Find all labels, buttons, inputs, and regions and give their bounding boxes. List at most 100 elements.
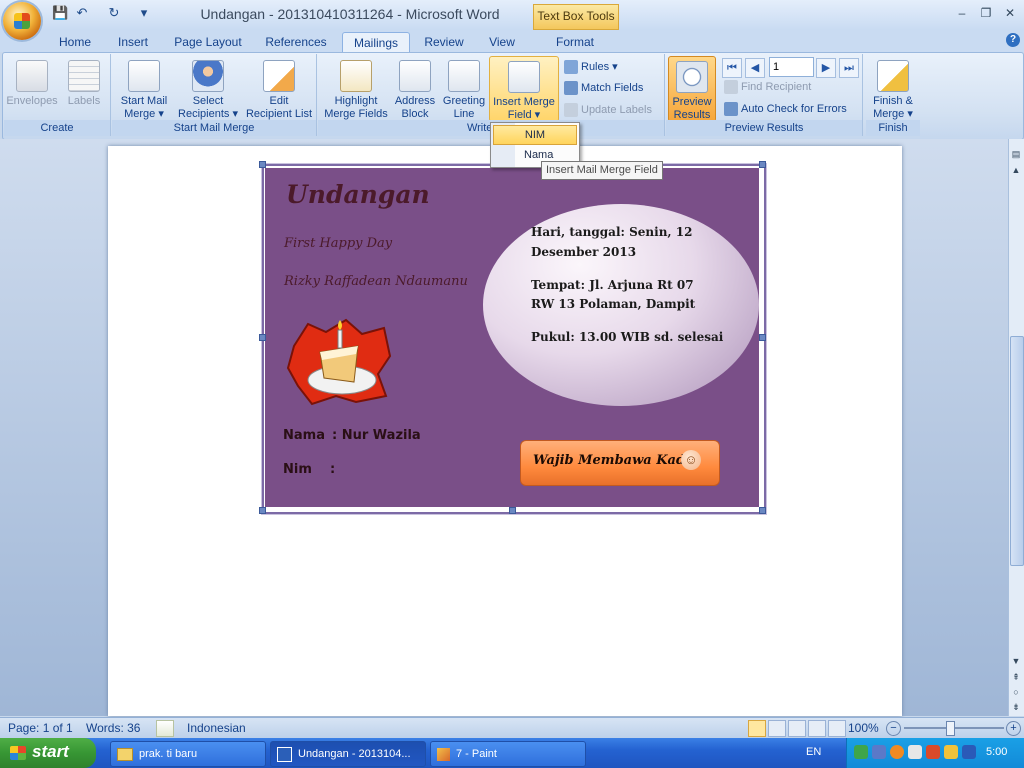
tray-app-icon[interactable] bbox=[926, 745, 940, 759]
office-logo-icon bbox=[14, 13, 30, 29]
tab-references[interactable]: References bbox=[260, 32, 332, 52]
tab-page-layout[interactable]: Page Layout bbox=[170, 32, 246, 52]
group-finish: Finish & Merge ▾ Finish bbox=[866, 54, 920, 136]
resize-handle[interactable] bbox=[259, 161, 266, 168]
tab-review[interactable]: Review bbox=[420, 32, 468, 52]
match-fields-button[interactable]: Match Fields bbox=[564, 79, 643, 97]
merge-field-nama[interactable]: Nama bbox=[524, 149, 553, 161]
merge-field-nim[interactable]: NIM bbox=[493, 125, 577, 145]
resize-handle[interactable] bbox=[259, 334, 266, 341]
finish-label-1: Finish & bbox=[873, 95, 913, 107]
page-count[interactable]: Page: 1 of 1 bbox=[8, 721, 73, 735]
update-labels-label: Update Labels bbox=[581, 104, 652, 116]
next-page-icon[interactable]: ⇟ bbox=[1009, 700, 1023, 714]
tab-home[interactable]: Home bbox=[52, 32, 98, 52]
finish-merge-button[interactable]: Finish & Merge ▾ bbox=[868, 60, 918, 121]
draft-view-icon[interactable] bbox=[828, 720, 846, 737]
restore-button[interactable]: ❐ bbox=[976, 6, 996, 22]
record-number-input[interactable]: 1 bbox=[769, 57, 814, 77]
taskbar-item-paint[interactable]: 7 - Paint bbox=[430, 741, 586, 767]
clock[interactable]: 5:00 bbox=[986, 746, 1007, 758]
minimize-button[interactable]: – bbox=[952, 6, 972, 22]
zoom-level[interactable]: 100% bbox=[848, 721, 879, 735]
nama-value: : Nur Wazila bbox=[332, 428, 421, 443]
windows-logo-icon bbox=[10, 746, 26, 760]
greeting-line-label-1: Greeting bbox=[442, 95, 486, 107]
select-recipients-label-1: Select bbox=[192, 95, 224, 107]
customize-qat-icon[interactable]: ▾ bbox=[136, 5, 152, 21]
word-count[interactable]: Words: 36 bbox=[86, 721, 140, 735]
office-button[interactable] bbox=[3, 2, 41, 40]
find-recipient-button[interactable]: Find Recipient bbox=[724, 78, 811, 96]
tab-view[interactable]: View bbox=[482, 32, 522, 52]
ruler-toggle-icon[interactable]: ▤ bbox=[1009, 147, 1023, 161]
context-tab-text-box-tools: Text Box Tools bbox=[533, 4, 619, 30]
tray-network-icon[interactable] bbox=[854, 745, 868, 759]
scroll-down-icon[interactable]: ▼ bbox=[1009, 654, 1023, 668]
zoom-in-icon[interactable]: + bbox=[1006, 721, 1021, 736]
previous-record-button[interactable]: ◀ bbox=[745, 58, 765, 78]
group-caption: Preview Results bbox=[666, 120, 862, 136]
nim-value: : bbox=[330, 462, 336, 477]
select-recipients-button[interactable]: Select Recipients ▾ bbox=[176, 60, 240, 121]
resize-handle[interactable] bbox=[509, 507, 516, 514]
group-start-mail-merge: Start Mail Merge ▾ Select Recipients ▾ E… bbox=[112, 54, 317, 136]
resize-handle[interactable] bbox=[759, 161, 766, 168]
start-mail-merge-button[interactable]: Start Mail Merge ▾ bbox=[116, 60, 172, 121]
last-record-button[interactable]: ⏭ bbox=[839, 58, 859, 78]
resize-handle[interactable] bbox=[759, 334, 766, 341]
highlight-label-1: Highlight bbox=[334, 95, 378, 107]
input-language-indicator[interactable]: EN bbox=[806, 746, 821, 758]
update-labels-button[interactable]: Update Labels bbox=[564, 101, 652, 119]
close-button[interactable]: ✕ bbox=[1000, 6, 1020, 22]
language-indicator[interactable]: Indonesian bbox=[187, 721, 246, 735]
rules-icon bbox=[564, 60, 578, 75]
scroll-thumb[interactable] bbox=[1010, 336, 1024, 566]
edit-recipient-list-button[interactable]: Edit Recipient List bbox=[244, 60, 314, 121]
group-caption: Start Mail Merge bbox=[112, 120, 316, 136]
highlight-merge-fields-button[interactable]: Highlight Merge Fields bbox=[322, 60, 390, 121]
tray-media-icon[interactable] bbox=[890, 745, 904, 759]
zoom-slider-thumb[interactable] bbox=[946, 721, 955, 736]
tray-display-icon[interactable] bbox=[872, 745, 886, 759]
address-block-icon bbox=[399, 60, 431, 92]
tab-insert[interactable]: Insert bbox=[110, 32, 156, 52]
zoom-out-icon[interactable]: − bbox=[886, 721, 901, 736]
resize-handle[interactable] bbox=[759, 507, 766, 514]
next-record-button[interactable]: ▶ bbox=[816, 58, 836, 78]
taskbar-item-word[interactable]: Undangan - 2013104... bbox=[270, 741, 426, 767]
start-button[interactable]: start bbox=[0, 738, 96, 768]
labels-button[interactable]: Labels bbox=[58, 60, 110, 108]
save-icon[interactable]: 💾 bbox=[52, 5, 68, 21]
location-line-2: RW 13 Polaman, Dampit bbox=[531, 297, 696, 311]
envelopes-button[interactable]: Envelopes bbox=[6, 60, 58, 108]
help-icon[interactable]: ? bbox=[1006, 33, 1020, 47]
outline-view-icon[interactable] bbox=[808, 720, 826, 737]
greeting-line-icon bbox=[448, 60, 480, 92]
select-browse-object-icon[interactable]: ○ bbox=[1009, 685, 1023, 699]
first-record-button[interactable]: ⏮ bbox=[722, 58, 742, 78]
proofing-icon[interactable] bbox=[156, 720, 174, 737]
scroll-up-icon[interactable]: ▲ bbox=[1009, 163, 1023, 177]
taskbar-item-folder[interactable]: prak. ti baru bbox=[110, 741, 266, 767]
paint-icon bbox=[437, 747, 450, 761]
word-icon bbox=[277, 746, 292, 762]
tray-security-icon[interactable] bbox=[944, 745, 958, 759]
full-screen-reading-icon[interactable] bbox=[768, 720, 786, 737]
tab-mailings[interactable]: Mailings bbox=[342, 32, 410, 53]
tray-volume-icon[interactable] bbox=[908, 745, 922, 759]
auto-check-errors-button[interactable]: Auto Check for Errors bbox=[724, 100, 847, 118]
undo-icon[interactable]: ↶ bbox=[74, 5, 90, 21]
tray-bluetooth-icon[interactable] bbox=[962, 745, 976, 759]
web-layout-icon[interactable] bbox=[788, 720, 806, 737]
previous-page-icon[interactable]: ⇞ bbox=[1009, 670, 1023, 684]
resize-handle[interactable] bbox=[259, 507, 266, 514]
tab-format[interactable]: Format bbox=[550, 32, 600, 52]
preview-results-button[interactable]: Preview Results bbox=[668, 56, 716, 122]
rules-button[interactable]: Rules ▾ bbox=[564, 58, 618, 76]
greeting-line-button[interactable]: Greeting Line bbox=[440, 60, 488, 121]
address-block-button[interactable]: Address Block bbox=[392, 60, 438, 121]
insert-merge-field-button[interactable]: Insert Merge Field ▾ bbox=[489, 56, 559, 122]
print-layout-icon[interactable] bbox=[748, 720, 766, 737]
redo-icon[interactable]: ↻ bbox=[106, 5, 122, 21]
